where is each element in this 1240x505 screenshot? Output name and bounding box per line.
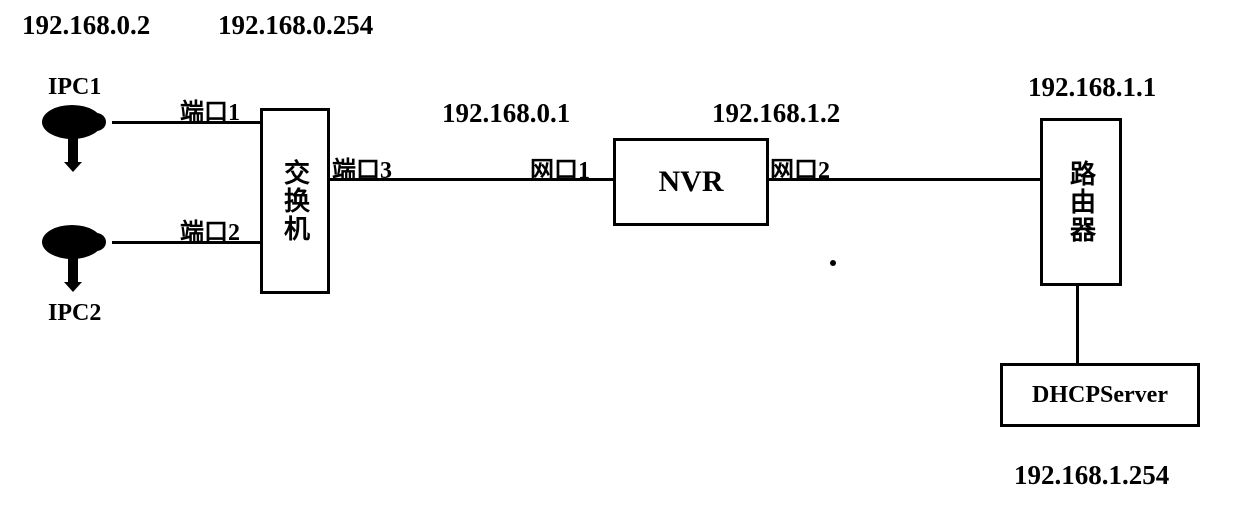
ipc1-label: IPC1	[48, 74, 101, 101]
port2-label: 端口2	[180, 212, 240, 247]
camera-icon	[38, 102, 112, 172]
link-line	[1076, 283, 1079, 363]
router-label: 路由器	[1063, 160, 1100, 244]
router-box: 路由器	[1040, 118, 1122, 286]
ip-nvr-right: 192.168.1.2	[712, 98, 840, 129]
ip-router: 192.168.1.1	[1028, 72, 1156, 103]
net2-label: 网口2	[770, 150, 830, 185]
nvr-label: NVR	[659, 165, 724, 199]
ipc2-label: IPC2	[48, 300, 101, 327]
ip-ipc1: 192.168.0.2	[22, 10, 150, 41]
dhcp-label: DHCPServer	[1032, 382, 1168, 409]
dot-icon	[830, 260, 836, 266]
dhcp-box: DHCPServer	[1000, 363, 1200, 427]
nvr-box: NVR	[613, 138, 769, 226]
ip-switch: 192.168.0.254	[218, 10, 373, 41]
diagram-canvas: 192.168.0.2 192.168.0.254 192.168.0.1 19…	[0, 0, 1240, 505]
ip-nvr-left: 192.168.0.1	[442, 98, 570, 129]
switch-label: 交换机	[277, 159, 314, 243]
camera-icon	[38, 222, 112, 292]
port1-label: 端口1	[180, 92, 240, 127]
net1-label: 网口1	[530, 150, 590, 185]
switch-box: 交换机	[260, 108, 330, 294]
port3-label: 端口3	[332, 150, 392, 185]
ip-dhcp: 192.168.1.254	[1014, 460, 1169, 491]
